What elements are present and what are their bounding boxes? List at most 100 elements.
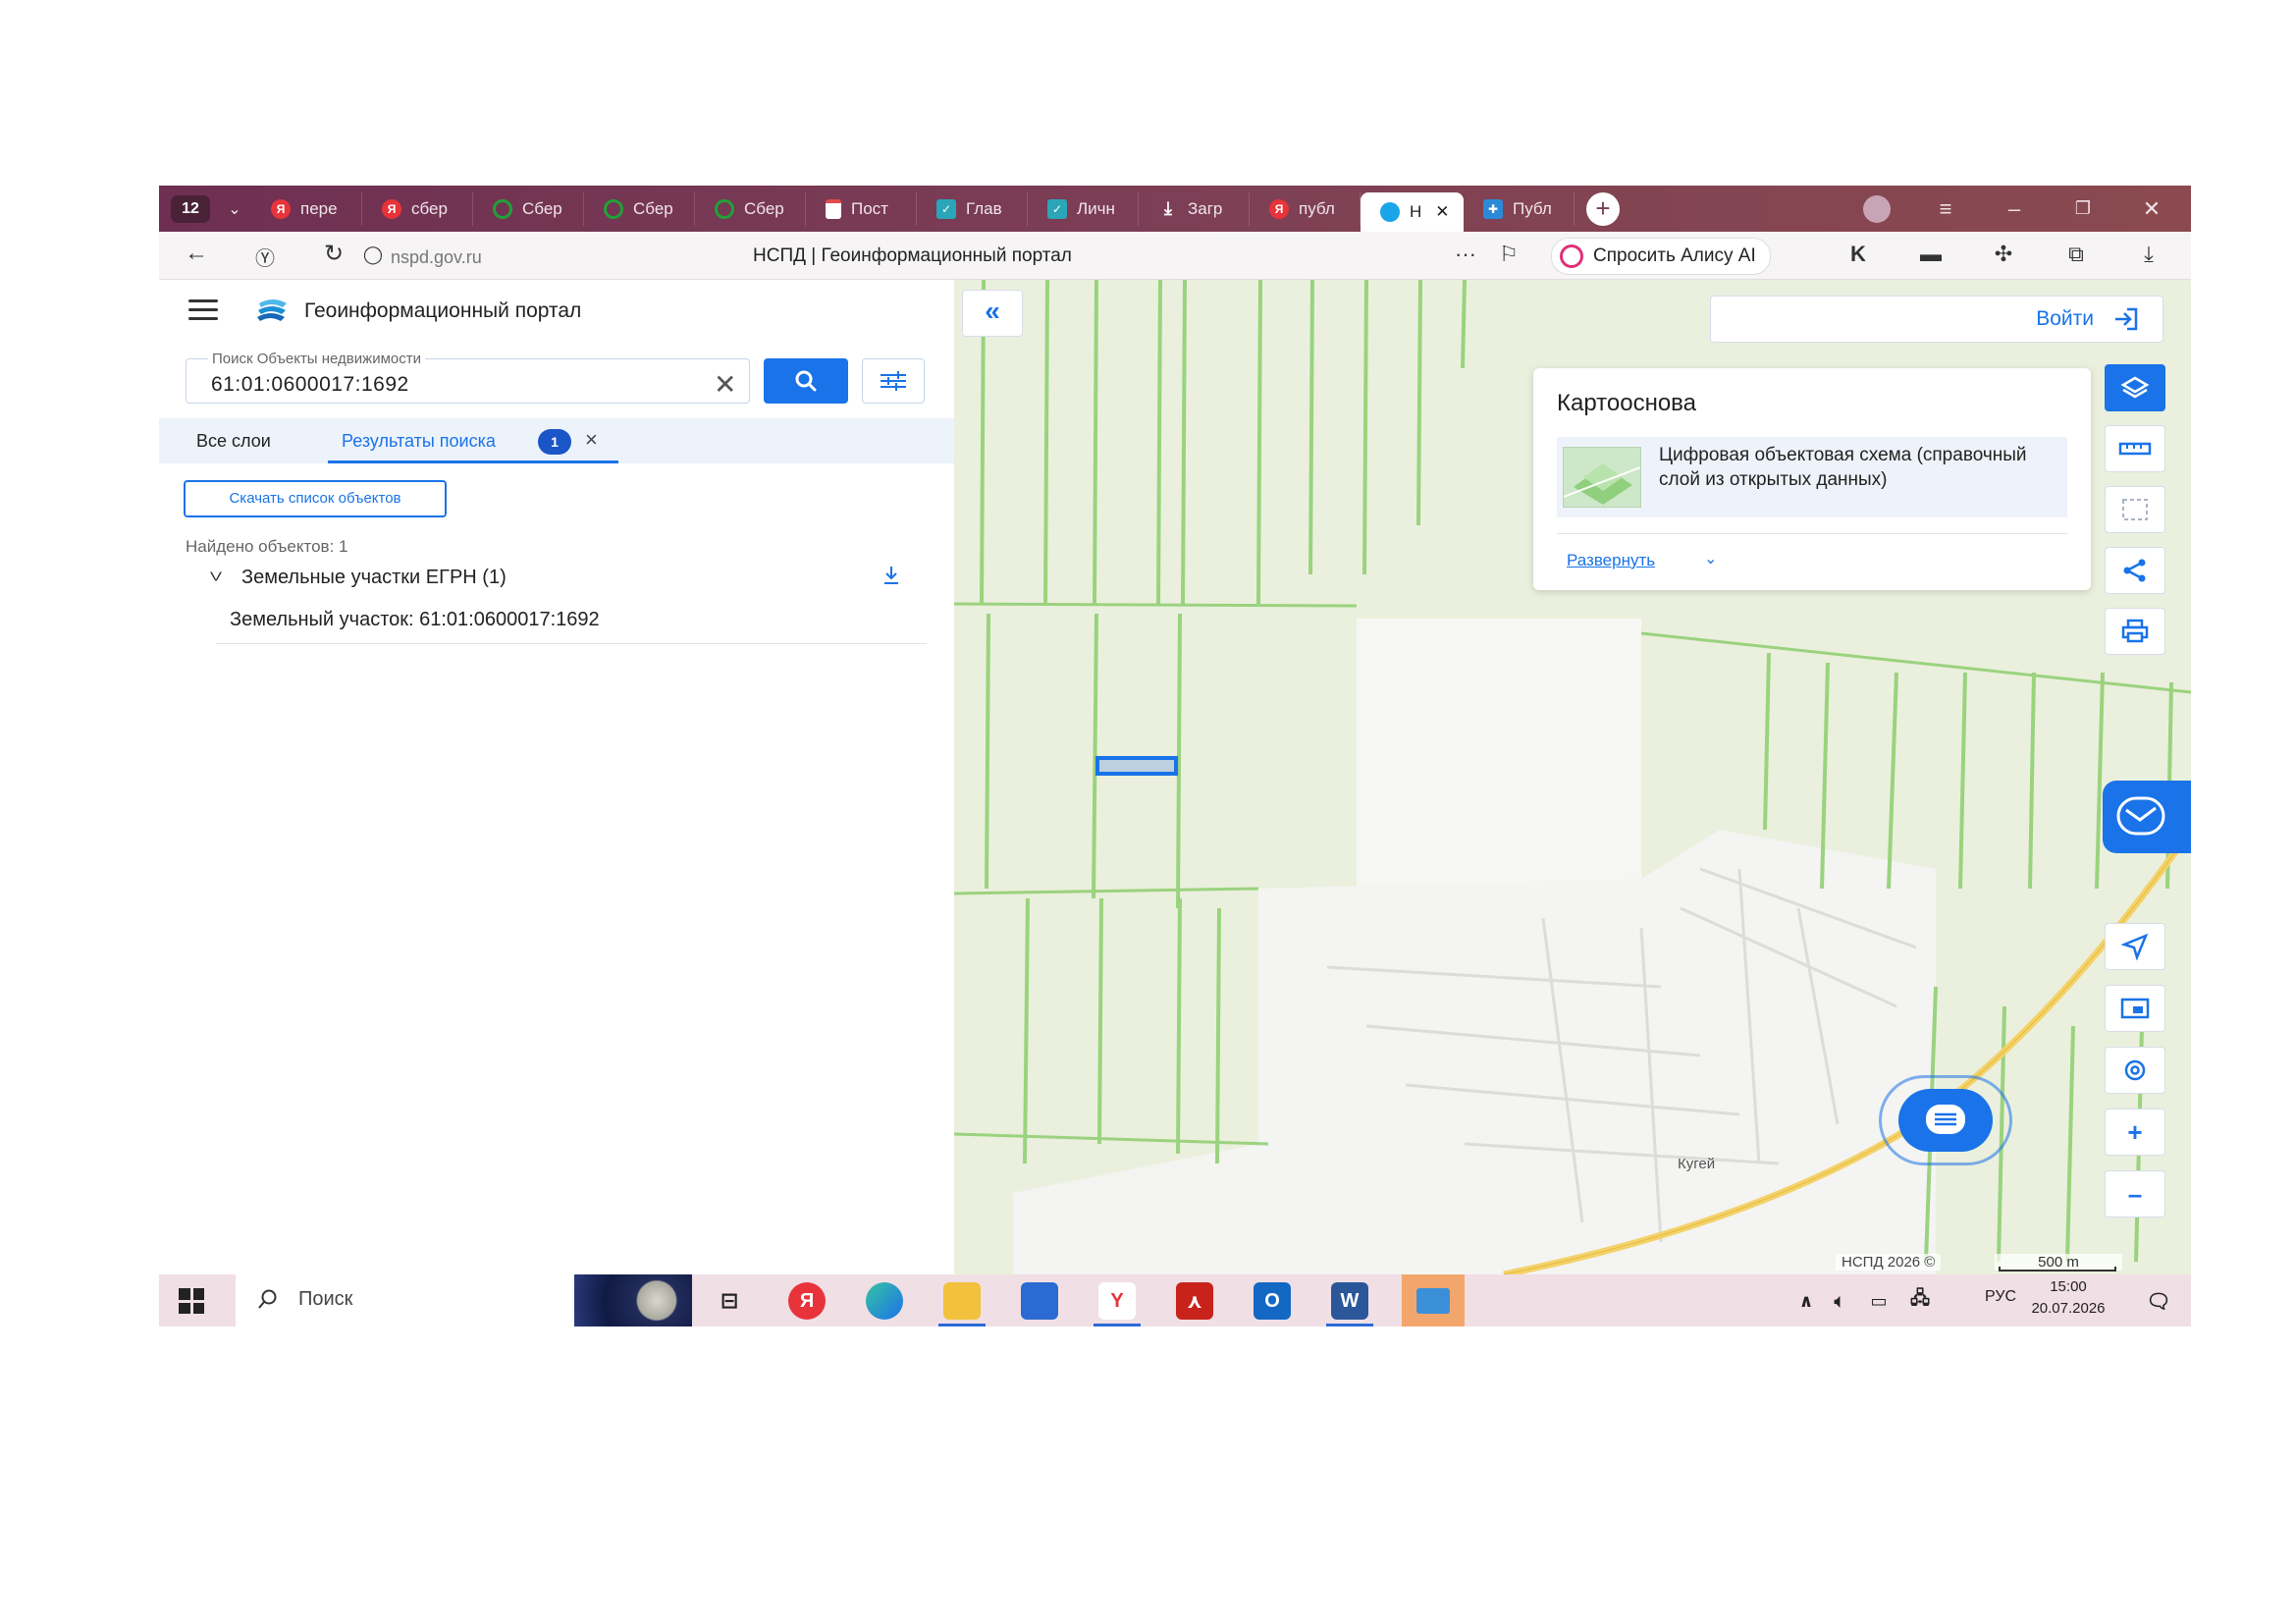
restore-icon[interactable]: ❐ [2054, 186, 2112, 232]
taskbar-search[interactable]: Поиск [236, 1274, 692, 1326]
locate-button[interactable] [2105, 923, 2165, 970]
sber-icon [715, 198, 734, 219]
tab-label: сбер [411, 198, 448, 218]
store-icon[interactable] [1021, 1282, 1058, 1320]
layers-button[interactable] [2105, 364, 2165, 411]
clock-time[interactable]: 15:00 [2034, 1278, 2103, 1295]
edge-icon[interactable] [866, 1282, 903, 1320]
tab-close-icon[interactable]: ✕ [1435, 202, 1449, 222]
zoom-out-button[interactable]: – [2105, 1170, 2165, 1218]
basemap-layer-item[interactable]: Цифровая объектовая схема (справочный сл… [1557, 437, 2067, 517]
notifications-icon[interactable]: 🗨︎ [2144, 1282, 2173, 1320]
site-info-icon[interactable]: ◯ [355, 244, 391, 265]
area-select-icon [2122, 499, 2148, 520]
result-list-item[interactable]: Земельный участок: 61:01:0600017:1692 [216, 600, 927, 644]
minimap-button[interactable] [2105, 985, 2165, 1032]
tab-list-icon[interactable]: ≡ [1916, 186, 1975, 232]
hamburger-menu-icon[interactable] [188, 299, 218, 326]
reload-icon[interactable]: ↻ [316, 240, 351, 268]
chevron-down-icon[interactable]: V [210, 569, 222, 584]
yandex-browser-icon[interactable]: Я [788, 1282, 826, 1320]
extensions-puzzle-icon[interactable]: ✣ [1989, 242, 2018, 271]
collections-icon[interactable]: ⧉ [2061, 242, 2091, 271]
browser-tab[interactable]: Ясбер [362, 191, 473, 226]
browser-tab[interactable]: Сбер [695, 191, 806, 226]
print-button[interactable] [2105, 608, 2165, 655]
browser-tab[interactable]: Сбер [473, 191, 584, 226]
outlook-icon[interactable]: O [1254, 1282, 1291, 1320]
back-icon[interactable]: ← [179, 240, 214, 267]
search-value[interactable]: 61:01:0600017:1692 [211, 373, 409, 397]
word-icon[interactable]: W [1331, 1282, 1368, 1320]
network-icon[interactable]: 🖧︎ [1906, 1282, 1934, 1320]
selected-parcel[interactable] [1095, 756, 1178, 776]
photos-icon[interactable] [1402, 1274, 1465, 1326]
tab-label: Личн [1077, 198, 1115, 218]
yandex-home-icon[interactable]: Ⓨ [247, 243, 283, 271]
extension-k-icon[interactable]: K [1843, 242, 1873, 271]
chevron-down-icon[interactable]: ⌄ [1704, 549, 1717, 568]
print-icon [2121, 619, 2149, 643]
tab-label: Пост [851, 198, 888, 218]
filter-settings-button[interactable] [862, 358, 925, 404]
search-button[interactable] [764, 358, 848, 404]
collapse-sidebar-button[interactable]: « [962, 290, 1023, 337]
more-icon[interactable]: ··· [1451, 242, 1480, 271]
windows-start-icon[interactable] [179, 1288, 204, 1314]
coordinates-button[interactable] [2105, 1047, 2165, 1094]
basemap-panel: Картооснова Цифровая объектовая схема (с… [1533, 368, 2091, 590]
tabs-dropdown-chevron-icon[interactable]: ⌄ [218, 199, 251, 219]
download-icon[interactable] [881, 565, 901, 586]
task-view-icon[interactable]: ⊟ [711, 1282, 748, 1320]
volume-icon[interactable]: 🔈︎ [1828, 1282, 1851, 1320]
measure-button[interactable] [2105, 425, 2165, 472]
tab-label: Глав [966, 198, 1002, 218]
tab-label: Сбер [522, 198, 562, 218]
tab-search-results[interactable]: Результаты поиска [342, 431, 496, 452]
tray-chevron-icon[interactable]: ∧ [1794, 1282, 1818, 1320]
zoom-in-button[interactable]: + [2105, 1109, 2165, 1156]
yandex-app-icon[interactable]: Y [1098, 1282, 1136, 1320]
results-group-title[interactable]: Земельные участки ЕГРН (1) [241, 567, 507, 589]
alice-button[interactable]: Спросить Алису AI [1551, 238, 1771, 275]
language-indicator[interactable]: РУС [1985, 1288, 2016, 1306]
browser-tab[interactable]: Сбер [584, 191, 695, 226]
map-view[interactable]: « Войти Картооснова Цифровая объектовая … [954, 280, 2191, 1274]
chat-button[interactable] [1898, 1089, 1993, 1152]
login-bar[interactable]: Войти [1710, 296, 2163, 343]
browser-tab[interactable]: ✓ Личн [1028, 191, 1139, 226]
close-window-icon[interactable]: ✕ [2122, 186, 2181, 232]
file-explorer-icon[interactable] [943, 1282, 981, 1320]
close-results-tab-icon[interactable]: × [585, 427, 598, 453]
acrobat-icon[interactable]: ⋏ [1176, 1282, 1213, 1320]
expand-link[interactable]: Развернуть [1567, 551, 1655, 570]
browser-tab[interactable]: ✓ Глав [917, 191, 1028, 226]
share-button[interactable] [2105, 547, 2165, 594]
battery-icon[interactable]: ▭ [1867, 1282, 1891, 1320]
tab-count-button[interactable]: 12 [171, 194, 210, 223]
running-indicator [1094, 1324, 1141, 1326]
running-indicator [1326, 1324, 1373, 1326]
divider [1557, 533, 2067, 534]
profile-icon[interactable] [1847, 186, 1906, 232]
browser-tab[interactable]: ✚ Публ [1464, 191, 1575, 226]
area-select-button[interactable] [2105, 486, 2165, 533]
bookmark-icon[interactable]: ⚐ [1494, 242, 1523, 271]
browser-tab[interactable]: ⤓ Загр [1139, 191, 1250, 226]
tab-all-layers[interactable]: Все слои [196, 431, 271, 452]
clock-date[interactable]: 20.07.2026 [2014, 1300, 2122, 1317]
gosuslugi-icon: ✓ [936, 198, 956, 219]
minimize-icon[interactable]: – [1985, 186, 2044, 232]
browser-tab[interactable]: Япере [251, 191, 362, 226]
browser-tab-active[interactable]: Н ✕ [1361, 192, 1464, 232]
url-field[interactable]: nspd.gov.ru [391, 247, 482, 268]
windows-taskbar: Поиск ⊟ Я Y ⋏ O W ∧ 🔈︎ ▭ 🖧︎ РУС 15:00 20… [159, 1274, 2191, 1326]
extension-shield-icon[interactable]: ▬ [1916, 242, 1946, 271]
browser-tab[interactable]: Пост [806, 191, 917, 226]
feedback-tab[interactable] [2103, 781, 2191, 853]
browser-tab[interactable]: Япубл [1250, 191, 1361, 226]
new-tab-button[interactable]: + [1586, 191, 1620, 226]
downloads-icon[interactable]: ⤓ [2134, 242, 2163, 271]
download-list-button[interactable]: Скачать список объектов [184, 480, 447, 517]
clear-search-icon[interactable]: ✕ [714, 368, 736, 401]
